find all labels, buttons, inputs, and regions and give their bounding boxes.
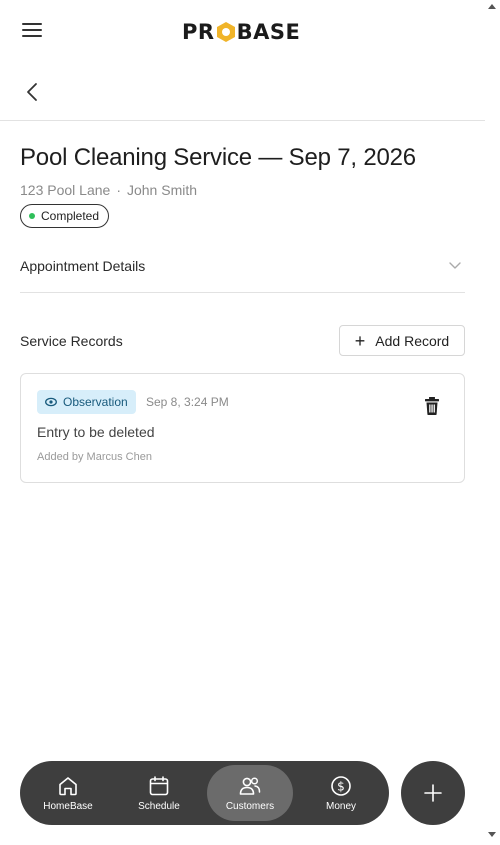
service-record-card[interactable]: Observation Sep 8, 3:24 PM Entry to be d… [20,373,465,483]
nav-item-homebase[interactable]: HomeBase [25,765,111,821]
status-label: Completed [41,209,100,223]
scroll-down-arrow-icon[interactable] [488,832,496,837]
status-badge: Completed [20,204,110,228]
probase-logo[interactable]: PR BASE [182,18,300,46]
record-type-label: Observation [63,395,128,409]
nav-label-customers: Customers [225,801,275,812]
record-author: Added by Marcus Chen [37,451,152,463]
bottom-nav-bar: HomeBase Schedule Customers $ Money [20,761,389,825]
service-records-heading: Service Records [20,333,123,349]
plus-icon [424,784,442,802]
add-fab-button[interactable] [401,761,465,825]
meta-separator: · [116,182,121,198]
app-screen: PR BASE Pool Cleaning Service — Sep 7, 2… [0,0,485,845]
record-timestamp: Sep 8, 3:24 PM [146,395,229,409]
eye-icon [45,397,57,407]
page-scrollbar[interactable] [485,0,500,845]
nav-item-customers[interactable]: Customers [207,765,293,821]
scroll-up-arrow-icon[interactable] [488,4,496,9]
status-dot-icon [29,213,35,219]
sub-header [0,62,485,121]
menu-icon[interactable] [22,23,42,41]
nav-label-money: Money [325,801,356,812]
logo-text-right: BASE [236,20,301,44]
logo-hex-icon [216,22,235,42]
page-title: Pool Cleaning Service — Sep 7, 2026 [20,144,416,171]
appointment-details-accordion[interactable]: Appointment Details [20,246,465,293]
record-body-text: Entry to be deleted [37,424,155,440]
customer-link[interactable]: John Smith [127,182,197,198]
add-record-button[interactable]: + Add Record [339,325,465,356]
chevron-down-icon [449,262,461,269]
svg-text:$: $ [337,780,345,794]
appointment-details-label: Appointment Details [20,258,146,274]
record-type-badge: Observation [37,390,136,414]
address-text: 123 Pool Lane [20,182,111,198]
users-icon [239,777,261,795]
nav-item-money[interactable]: $ Money [298,765,384,821]
plus-icon: + [354,330,366,351]
dollar-icon: $ [331,776,351,796]
trash-icon[interactable] [423,396,441,416]
back-chevron-icon[interactable] [22,80,44,104]
appointment-meta: 123 Pool Lane · John Smith [20,182,197,198]
top-bar: PR BASE [0,0,485,62]
logo-text-left: PR [182,20,215,44]
nav-label-schedule: Schedule [138,801,180,812]
calendar-icon [149,776,169,796]
add-record-label: Add Record [375,332,450,349]
nav-item-schedule[interactable]: Schedule [116,765,202,821]
home-icon [59,777,77,796]
nav-label-homebase: HomeBase [43,801,93,812]
